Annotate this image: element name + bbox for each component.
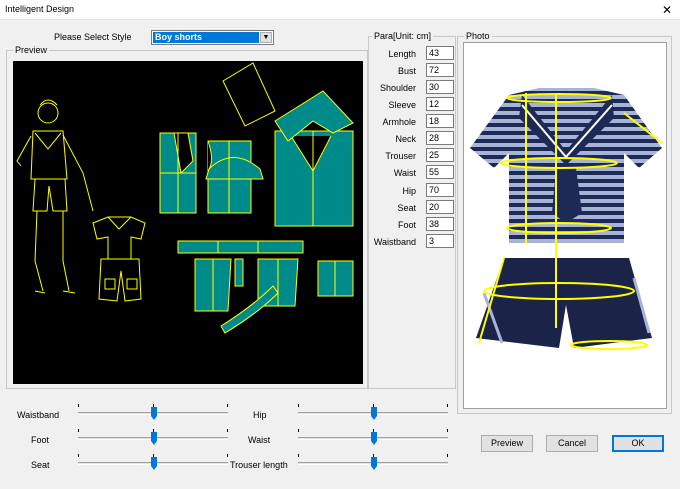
seat-field[interactable]: 20 xyxy=(426,200,454,214)
style-select-value: Boy shorts xyxy=(153,32,259,43)
chevron-down-icon[interactable]: ▼ xyxy=(260,32,272,43)
waistband-slider-label: Waistband xyxy=(17,410,60,420)
para-row-sleeve: Sleeve 12 xyxy=(372,97,458,112)
waistband-slider[interactable] xyxy=(78,404,228,424)
armhole-field[interactable]: 18 xyxy=(426,114,454,128)
para-row-hip: Hip 70 xyxy=(372,183,458,198)
slider-thumb[interactable] xyxy=(371,432,377,445)
waistband-field[interactable]: 3 xyxy=(426,234,454,248)
waist-slider-label: Waist xyxy=(248,435,271,445)
para-row-waist: Waist 55 xyxy=(372,165,458,180)
slider-thumb[interactable] xyxy=(151,407,157,420)
waist-slider[interactable] xyxy=(298,429,448,449)
hip-slider[interactable] xyxy=(298,404,448,424)
slider-thumb[interactable] xyxy=(371,407,377,420)
sleeve-field[interactable]: 12 xyxy=(426,97,454,111)
para-label: Hip xyxy=(402,186,416,196)
slider-thumb[interactable] xyxy=(151,432,157,445)
para-label: Length xyxy=(388,49,416,59)
outfit-photo xyxy=(463,42,667,409)
bust-field[interactable]: 72 xyxy=(426,63,454,77)
para-label: Trouser xyxy=(385,151,416,161)
window-title: Intelligent Design xyxy=(5,4,75,14)
para-row-foot: Foot 38 xyxy=(372,217,458,232)
seat-slider-label: Seat xyxy=(31,460,50,470)
preview-canvas xyxy=(13,61,363,384)
trouser-length-slider[interactable] xyxy=(298,454,448,474)
seat-slider[interactable] xyxy=(78,454,228,474)
hip-field[interactable]: 70 xyxy=(426,183,454,197)
trouser-field[interactable]: 25 xyxy=(426,148,454,162)
para-row-waistband: Waistband 3 xyxy=(372,234,458,249)
trouser-length-slider-label: Trouser length xyxy=(230,460,288,470)
para-row-neck: Neck 28 xyxy=(372,131,458,146)
para-label: Armhole xyxy=(382,117,416,127)
para-label: Neck xyxy=(395,134,416,144)
slider-thumb[interactable] xyxy=(371,457,377,470)
preview-button[interactable]: Preview xyxy=(481,435,533,452)
title-bar: Intelligent Design ✕ xyxy=(0,0,680,20)
para-row-armhole: Armhole 18 xyxy=(372,114,458,129)
pattern-drawing xyxy=(16,62,354,334)
para-group-title: Para[Unit: cm] xyxy=(372,31,434,42)
foot-slider-label: Foot xyxy=(31,435,50,445)
para-label: Waistband xyxy=(373,237,416,247)
photo-group-title: Photo xyxy=(464,31,492,42)
para-row-seat: Seat 20 xyxy=(372,200,458,215)
cancel-button[interactable]: Cancel xyxy=(546,435,598,452)
preview-group-title: Preview xyxy=(13,45,50,56)
para-label: Waist xyxy=(393,168,416,178)
length-field[interactable]: 43 xyxy=(426,46,454,60)
shoulder-field[interactable]: 30 xyxy=(426,80,454,94)
para-label: Seat xyxy=(397,203,416,213)
slider-thumb[interactable] xyxy=(151,457,157,470)
outfit-image xyxy=(470,88,663,350)
para-row-shoulder: Shoulder 30 xyxy=(372,80,458,95)
mini-outfit-sketch xyxy=(92,216,146,302)
hip-slider-label: Hip xyxy=(253,410,267,420)
neck-field[interactable]: 28 xyxy=(426,131,454,145)
ok-button[interactable]: OK xyxy=(612,435,664,452)
para-row-bust: Bust 72 xyxy=(372,63,458,78)
waist-field[interactable]: 55 xyxy=(426,165,454,179)
foot-field[interactable]: 38 xyxy=(426,217,454,231)
pattern-pieces xyxy=(159,62,354,334)
shorts xyxy=(476,258,652,348)
para-label: Sleeve xyxy=(388,100,416,110)
foot-slider[interactable] xyxy=(78,429,228,449)
shirt xyxy=(470,88,662,243)
para-row-trouser: Trouser 25 xyxy=(372,148,458,163)
para-row-length: Length 43 xyxy=(372,46,458,61)
para-label: Bust xyxy=(397,66,416,76)
para-label: Shoulder xyxy=(379,83,416,93)
para-label: Foot xyxy=(397,220,416,230)
boy-figure-sketch xyxy=(16,99,94,294)
close-icon[interactable]: ✕ xyxy=(658,1,676,19)
style-select-label: Please Select Style xyxy=(54,32,132,42)
style-select[interactable]: Boy shorts ▼ xyxy=(151,30,274,45)
